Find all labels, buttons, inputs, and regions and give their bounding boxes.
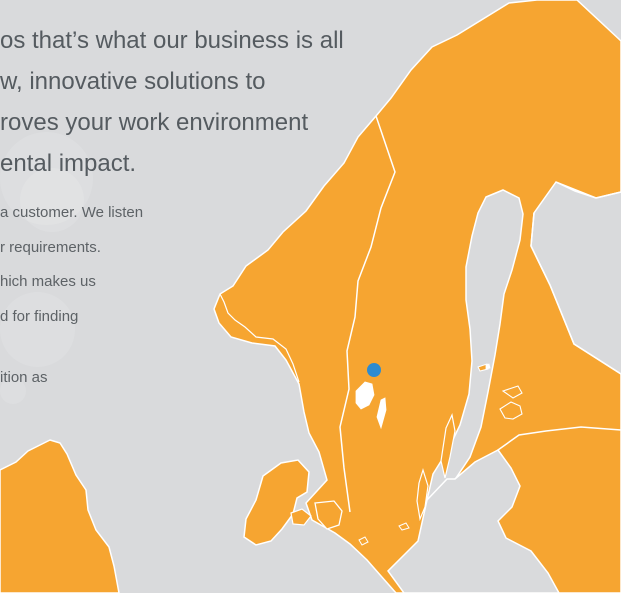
hero-section: os that’s what our business is all w, in…: [0, 0, 621, 593]
decorative-bubble-3: [0, 292, 75, 367]
scandinavia-map: [0, 0, 621, 593]
location-marker-dot: [367, 363, 381, 377]
decorative-bubble-4: [0, 378, 26, 404]
lake-small: [485, 363, 491, 370]
decorative-bubble-2: [20, 168, 84, 232]
